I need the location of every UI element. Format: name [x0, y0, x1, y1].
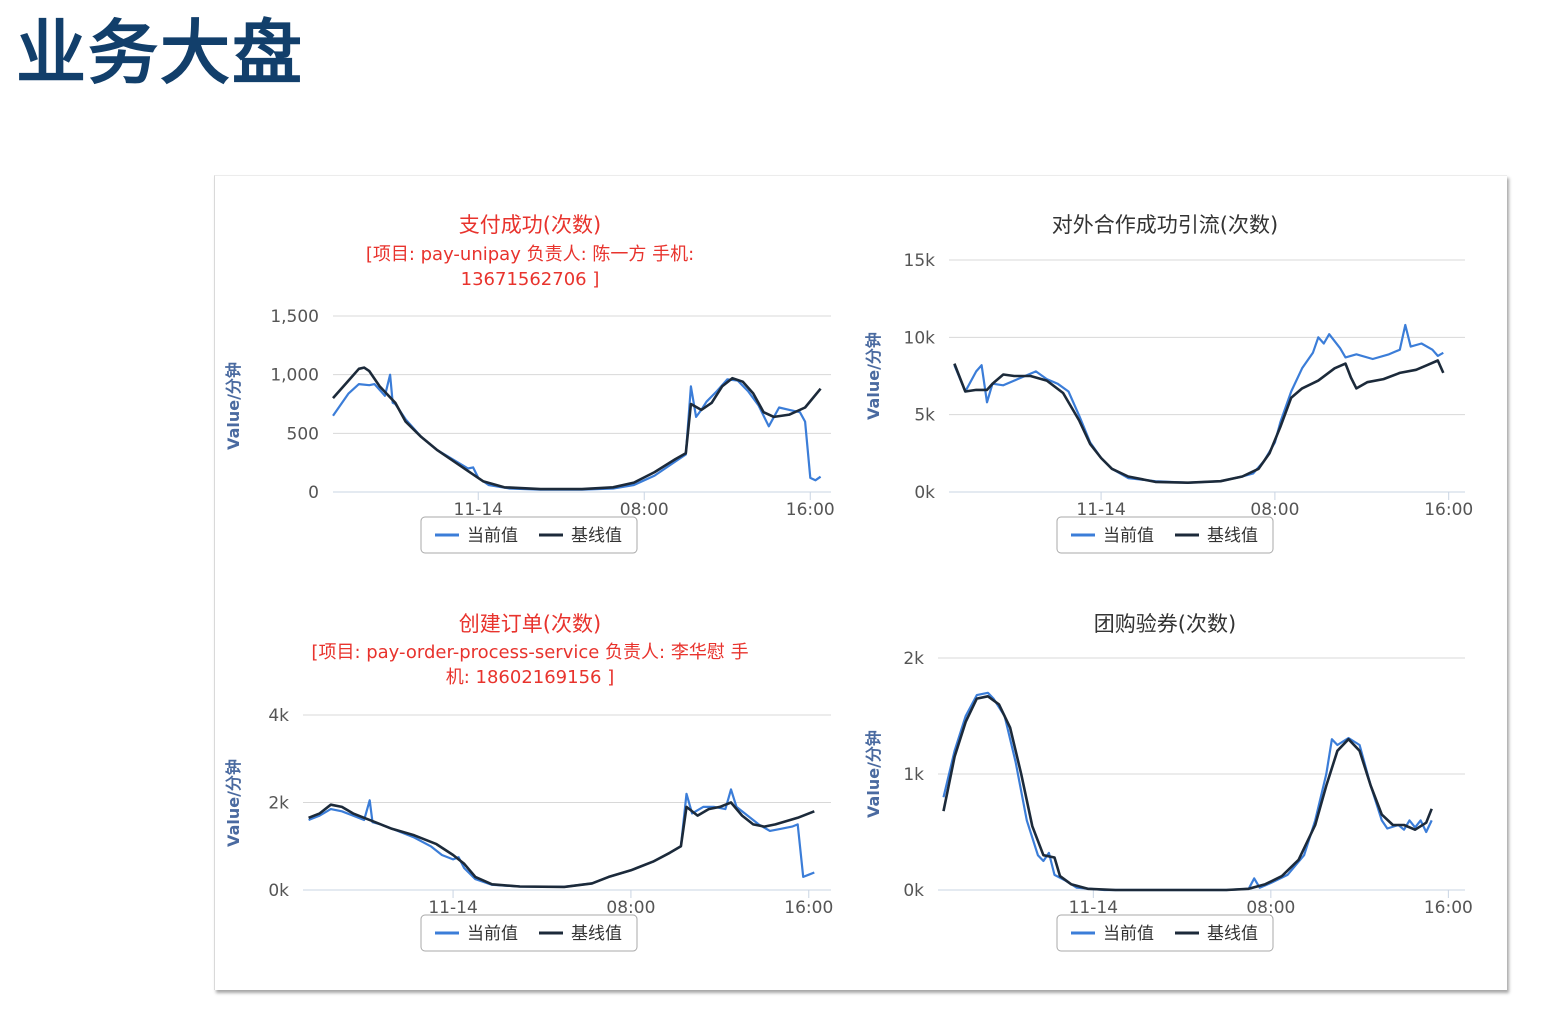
chart-title: 支付成功(次数) [459, 213, 601, 237]
y-tick-label: 2k [268, 794, 289, 814]
y-tick-label: 2k [903, 649, 924, 669]
series-baseline-line [953, 359, 1445, 484]
x-tick-label: 16:00 [786, 500, 835, 520]
y-tick-label: 0 [308, 483, 319, 503]
y-tick-label: 1,000 [270, 366, 319, 386]
legend-current-label: 当前值 [467, 526, 518, 546]
legend-baseline-label: 基线值 [1207, 526, 1258, 546]
y-tick-label: 0k [914, 483, 935, 503]
chart-title: 对外合作成功引流(次数) [1052, 213, 1278, 237]
legend-current-label: 当前值 [467, 924, 518, 944]
x-tick-label: 16:00 [784, 898, 833, 918]
series-current-line [953, 323, 1444, 484]
y-axis-label: Value/分钟 [864, 332, 883, 420]
series-baseline-line [332, 366, 822, 491]
y-axis-label: Value/分钟 [864, 730, 883, 818]
y-tick-label: 4k [268, 706, 289, 726]
y-tick-label: 1,500 [270, 307, 319, 327]
series-current-line [332, 373, 822, 491]
series-baseline-line [942, 695, 1433, 892]
x-tick-label: 16:00 [1424, 898, 1473, 918]
chart-title: 创建订单(次数) [459, 612, 601, 636]
chart-legend: 当前值 基线值 [420, 914, 638, 952]
dashboard-charts: 支付成功(次数) [项目: pay-unipay 负责人: 陈一方 手机: 1367… [224, 213, 1473, 952]
legend-current-label: 当前值 [1103, 526, 1154, 546]
chart-2: 对外合作成功引流(次数)0k5k10k15k11-14 08:00 16:00Val… [864, 213, 1473, 554]
chart-subtitle-line: 机: 18602169156 ] [446, 667, 615, 688]
chart-subtitle-line: [项目: pay-unipay 负责人: 陈一方 手机: [366, 244, 694, 265]
y-tick-label: 10k [904, 328, 936, 348]
x-tick-label: 16:00 [1424, 500, 1473, 520]
series-current-line [942, 691, 1433, 892]
chart-legend: 当前值 基线值 [1056, 914, 1274, 952]
legend-baseline-label: 基线值 [571, 924, 622, 944]
y-tick-label: 5k [914, 406, 935, 426]
chart-legend: 当前值 基线值 [420, 516, 638, 554]
chart-legend: 当前值 基线值 [1056, 516, 1274, 554]
y-tick-label: 500 [287, 424, 319, 444]
legend-baseline-label: 基线值 [571, 526, 622, 546]
chart-3: 创建订单(次数) [项目: pay-order-process-service 负… [224, 612, 833, 952]
series-current-line [308, 788, 815, 888]
chart-subtitle-line: 13671562706 ] [461, 269, 600, 290]
legend-baseline-label: 基线值 [1207, 924, 1258, 944]
y-tick-label: 1k [903, 765, 924, 785]
chart-1: 支付成功(次数) [项目: pay-unipay 负责人: 陈一方 手机: 1367… [224, 213, 835, 554]
y-axis-label: Value/分钟 [224, 759, 243, 847]
y-tick-label: 0k [903, 881, 924, 901]
y-axis-label: Value/分钟 [224, 362, 243, 450]
chart-subtitle-line: [项目: pay-order-process-service 负责人: 李华慰 … [311, 642, 748, 663]
chart-title: 团购验券(次数) [1094, 612, 1236, 636]
series-baseline-line [308, 801, 815, 889]
dashboard-panel: 支付成功(次数) [项目: pay-unipay 负责人: 陈一方 手机: 1367… [214, 175, 1507, 990]
chart-4: 团购验券(次数)0k1k2k11-14 08:00 16:00Value/分钟当前值… [864, 612, 1473, 952]
y-tick-label: 15k [904, 251, 936, 271]
y-tick-label: 0k [268, 881, 289, 901]
legend-current-label: 当前值 [1103, 924, 1154, 944]
page-title: 业务大盘 [16, 12, 304, 94]
